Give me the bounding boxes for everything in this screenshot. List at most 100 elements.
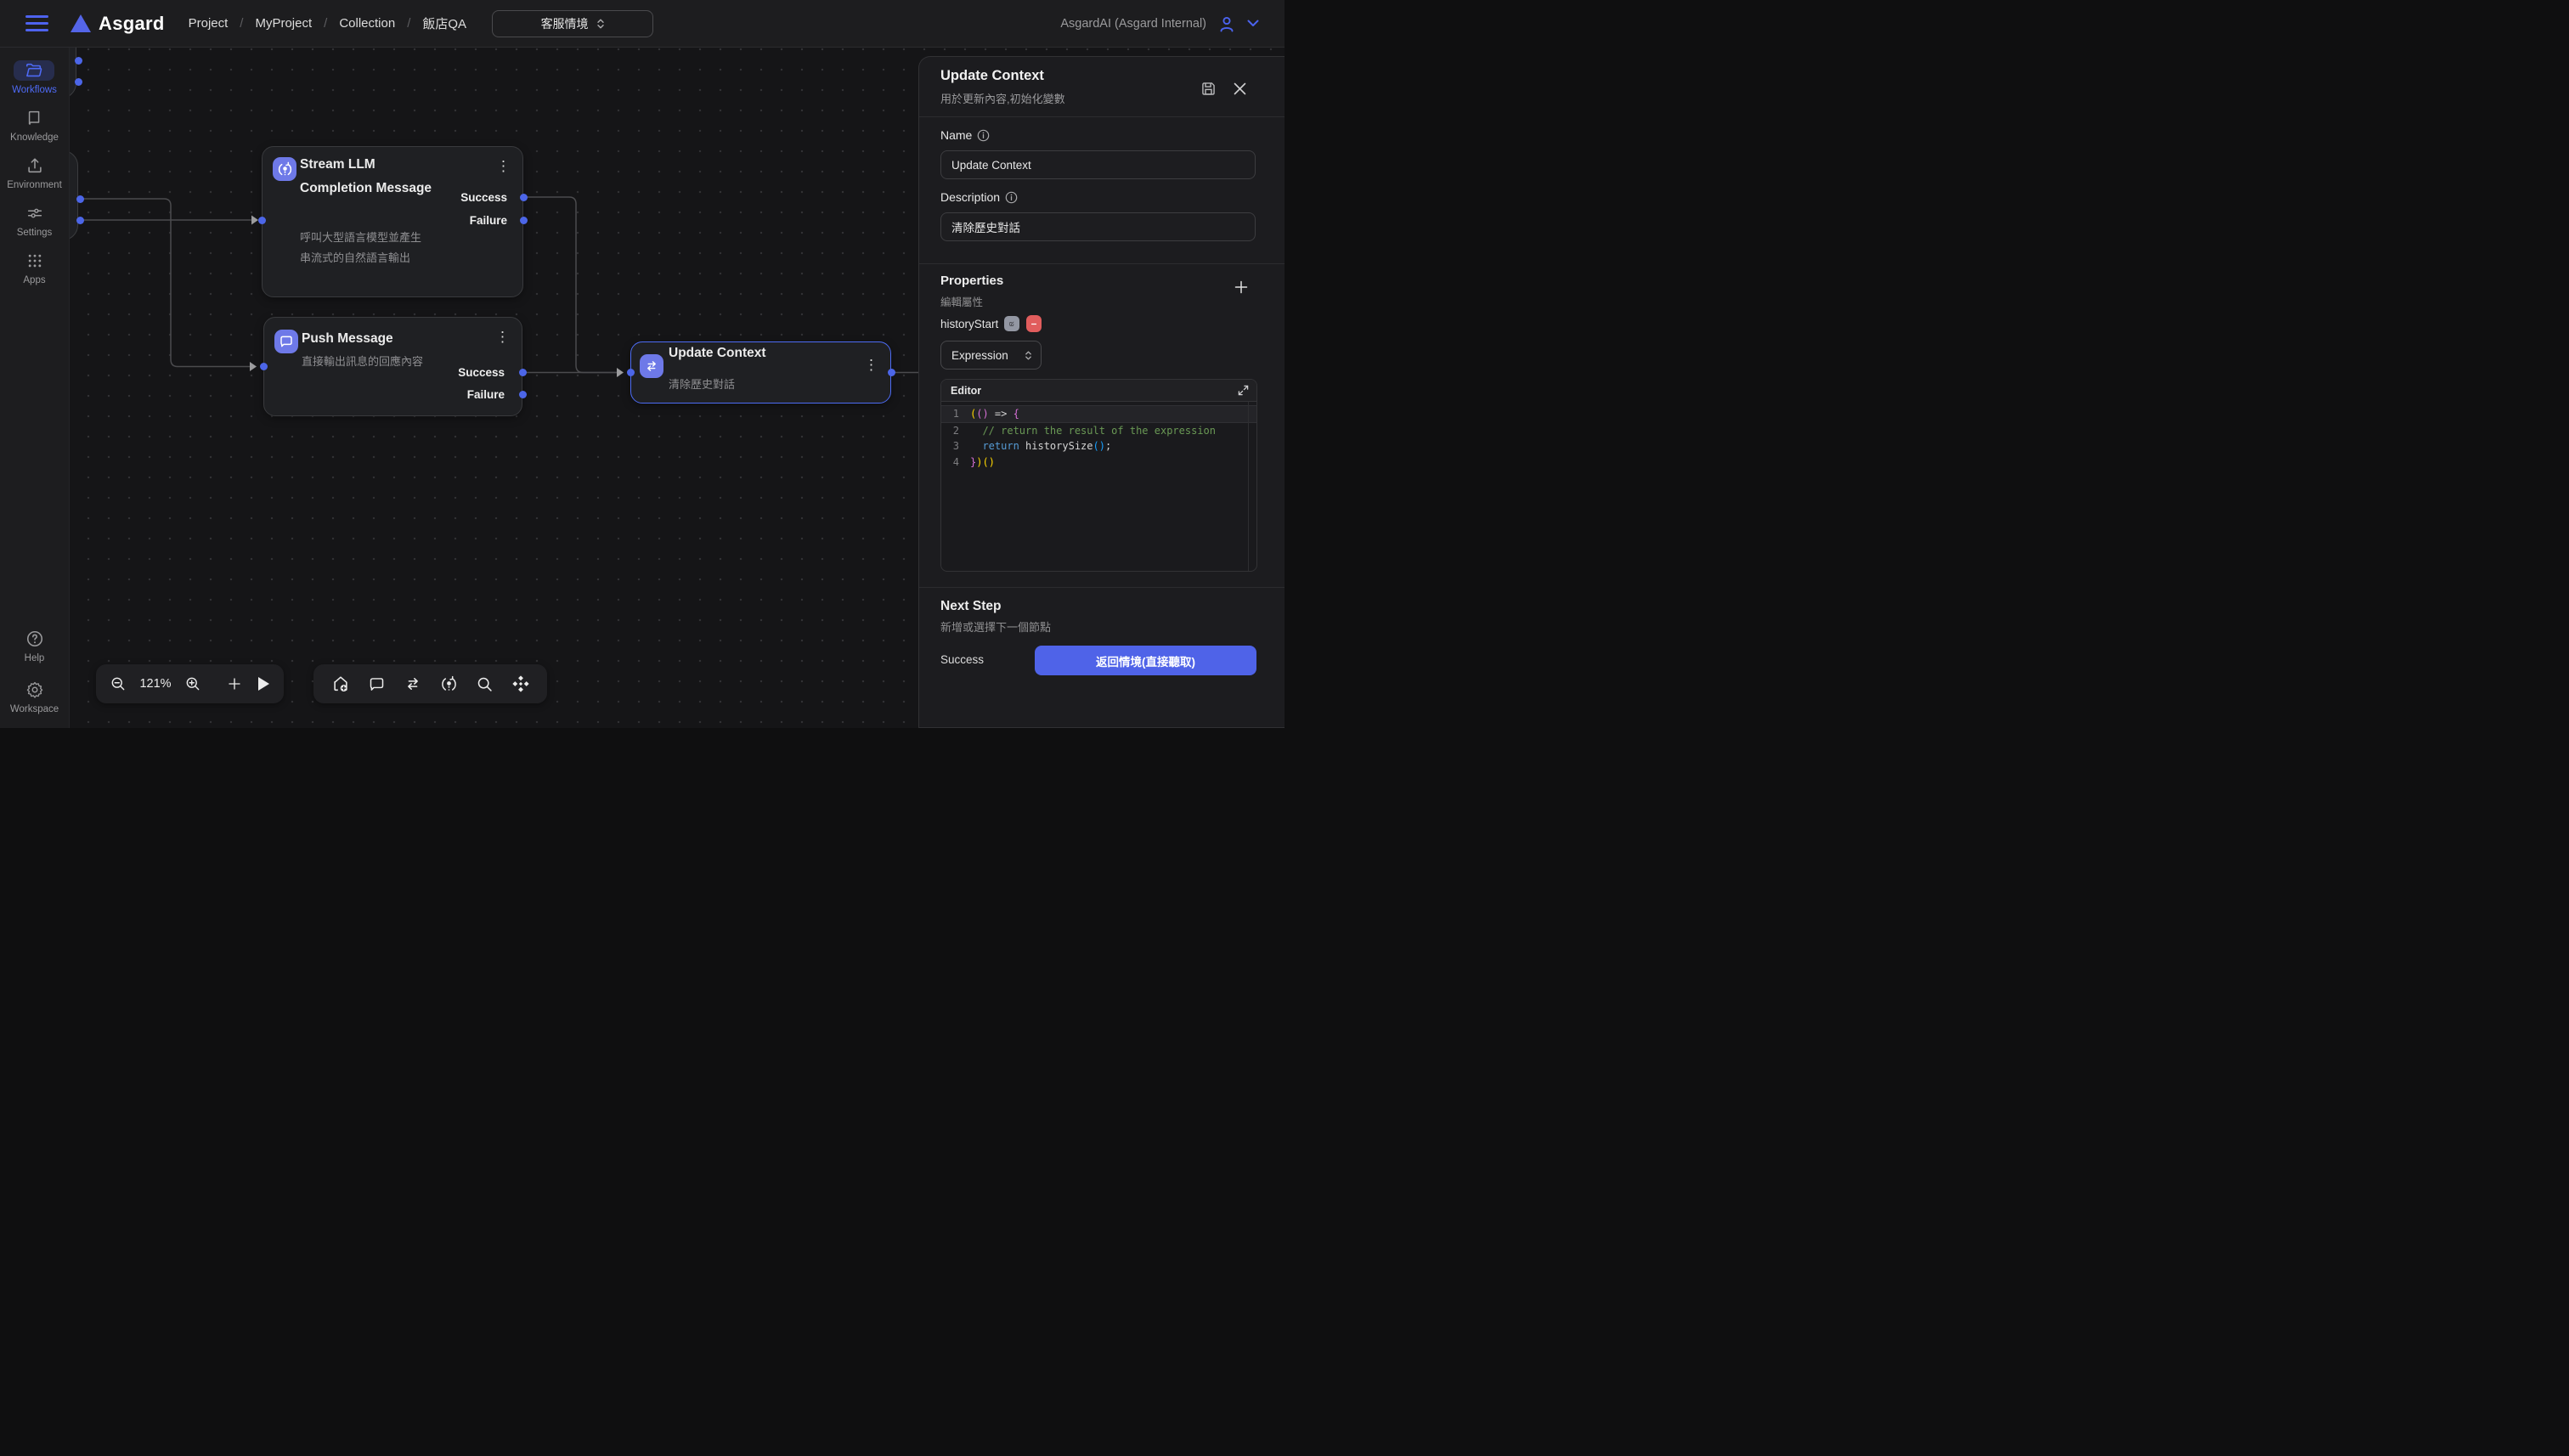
kebab-menu-icon[interactable]: ⋮ — [861, 356, 882, 374]
home-plus-icon[interactable] — [330, 673, 352, 695]
info-circle-icon[interactable] — [1005, 191, 1018, 204]
zoom-toolbar: 121% — [96, 664, 284, 703]
next-step-target-button[interactable]: 返回情境(直接聽取) — [1035, 646, 1256, 675]
play-icon[interactable] — [255, 674, 272, 693]
port-out[interactable] — [76, 195, 84, 203]
add-icon[interactable] — [225, 674, 244, 693]
port-in-push-message[interactable] — [260, 363, 268, 370]
next-step-title: Next Step — [940, 599, 1002, 614]
node-push-message[interactable]: Push Message 直接輸出訊息的回應內容 ⋮ Success Failu… — [263, 317, 522, 416]
breadcrumb-workflow[interactable]: 飯店QA — [422, 14, 466, 32]
refresh-bulb-icon — [273, 157, 296, 181]
description-input[interactable] — [940, 212, 1256, 241]
chevron-updown-icon — [1025, 350, 1032, 361]
editor-header: Editor — [941, 380, 1256, 402]
expand-arrows-icon[interactable] — [1238, 385, 1249, 396]
breadcrumb-project[interactable]: Project — [189, 16, 229, 31]
offscreen-node-fragment-top[interactable] — [70, 48, 76, 99]
refresh-bulb-icon[interactable] — [438, 674, 460, 695]
top-bar: Asgard Project / MyProject / Collection … — [0, 0, 1284, 48]
node-title: Update Context — [669, 341, 766, 365]
port-failure-stream-llm[interactable] — [520, 217, 528, 224]
sidebar-item-environment[interactable]: Environment — [7, 155, 62, 190]
zoom-level: 121% — [139, 677, 172, 691]
kebab-menu-icon[interactable]: ⋮ — [493, 157, 514, 175]
name-input[interactable] — [940, 150, 1256, 179]
node-palette-toolbar — [313, 664, 547, 703]
person-icon[interactable] — [1217, 14, 1237, 34]
breadcrumb: Project / MyProject / Collection / 飯店QA — [189, 14, 466, 32]
edit-property-button[interactable] — [1004, 316, 1019, 331]
editor-scrollbar[interactable] — [1248, 402, 1249, 572]
port-label-failure: Failure — [467, 388, 505, 401]
divider — [919, 263, 1284, 264]
port-in-stream-llm[interactable] — [258, 217, 266, 224]
gear-icon — [25, 680, 44, 699]
port-failure-push-message[interactable] — [519, 391, 527, 398]
environment-select[interactable]: 客服情境 — [492, 10, 653, 37]
property-name: historyStart — [940, 318, 998, 330]
chat-bubble-icon[interactable] — [366, 674, 387, 695]
sidebar-item-help[interactable]: Help — [14, 629, 55, 663]
triangle-logo-icon — [71, 14, 91, 32]
property-type-select[interactable]: Expression — [940, 341, 1042, 370]
next-step-outcome-label: Success — [940, 653, 984, 666]
logo-text: Asgard — [99, 13, 165, 35]
breadcrumb-myproject[interactable]: MyProject — [255, 16, 312, 31]
swap-arrows-icon — [640, 354, 663, 378]
zoom-in-icon[interactable] — [183, 674, 203, 694]
sidebar-item-workspace[interactable]: Workspace — [10, 680, 59, 714]
node-config-panel: Update Context 用於更新內容,初始化變數 Name Descrip… — [918, 56, 1284, 728]
node-title: Stream LLM Completion Message — [300, 153, 440, 200]
question-circle-icon — [25, 629, 44, 648]
port-out-update-context[interactable] — [888, 369, 895, 376]
zoom-out-icon[interactable] — [108, 674, 128, 694]
search-icon[interactable] — [474, 674, 495, 695]
divider — [919, 587, 1284, 588]
sidebar-item-knowledge[interactable]: Knowledge — [10, 108, 59, 143]
logo[interactable]: Asgard — [71, 13, 165, 35]
chevron-updown-icon — [596, 18, 605, 30]
info-circle-icon[interactable] — [977, 129, 990, 142]
kebab-menu-icon[interactable]: ⋮ — [492, 328, 513, 346]
code-area[interactable]: 1(() => { 2 // return the result of the … — [941, 402, 1256, 572]
save-icon[interactable] — [1200, 80, 1217, 98]
close-icon[interactable] — [1233, 82, 1247, 96]
port-label-success: Success — [460, 191, 507, 204]
expression-editor[interactable]: Editor 1(() => { 2 // return the result … — [940, 379, 1257, 572]
port-label-success: Success — [458, 366, 505, 379]
port-success-stream-llm[interactable] — [520, 194, 528, 201]
node-description: 呼叫大型語言模型並產生串流式的自然語言輸出 — [300, 228, 429, 268]
remove-property-button[interactable] — [1026, 315, 1042, 332]
folder-icon — [25, 61, 43, 80]
port-in-update-context[interactable] — [627, 369, 635, 376]
panel-title: Update Context — [940, 68, 1044, 84]
port-out[interactable] — [75, 78, 82, 86]
app-window: Asgard Project / MyProject / Collection … — [0, 0, 1284, 728]
account-area: AsgardAI (Asgard Internal) — [1060, 14, 1259, 34]
move-diamond-icon[interactable] — [510, 673, 532, 695]
sidebar-item-apps[interactable]: Apps — [14, 251, 55, 285]
node-description: 直接輸出訊息的回應內容 — [302, 352, 431, 372]
sidebar-item-workflows[interactable]: Workflows — [12, 60, 57, 95]
sidebar-item-settings[interactable]: Settings — [14, 203, 55, 238]
code-line: 1(() => { — [941, 405, 1256, 423]
swap-arrows-icon[interactable] — [402, 673, 424, 695]
port-out[interactable] — [75, 57, 82, 65]
panel-subtitle: 用於更新內容,初始化變數 — [940, 90, 1065, 106]
chat-bubble-icon — [274, 330, 298, 353]
properties-title: Properties — [940, 274, 1003, 288]
port-success-push-message[interactable] — [519, 369, 527, 376]
breadcrumb-collection[interactable]: Collection — [339, 16, 395, 31]
port-out[interactable] — [76, 217, 84, 224]
menu-icon[interactable] — [25, 15, 48, 32]
account-label: AsgardAI (Asgard Internal) — [1060, 17, 1206, 31]
sliders-icon — [25, 204, 44, 223]
offscreen-node-fragment-bottom[interactable] — [70, 150, 78, 240]
chevron-down-icon[interactable] — [1247, 20, 1259, 27]
properties-subtitle: 編輯屬性 — [940, 293, 983, 309]
code-line: 4})() — [941, 454, 1256, 471]
add-property-icon[interactable] — [1234, 280, 1248, 294]
node-update-context[interactable]: Update Context 清除歷史對話 ⋮ — [630, 341, 891, 404]
node-stream-llm[interactable]: Stream LLM Completion Message 呼叫大型語言模型並產… — [262, 146, 523, 297]
